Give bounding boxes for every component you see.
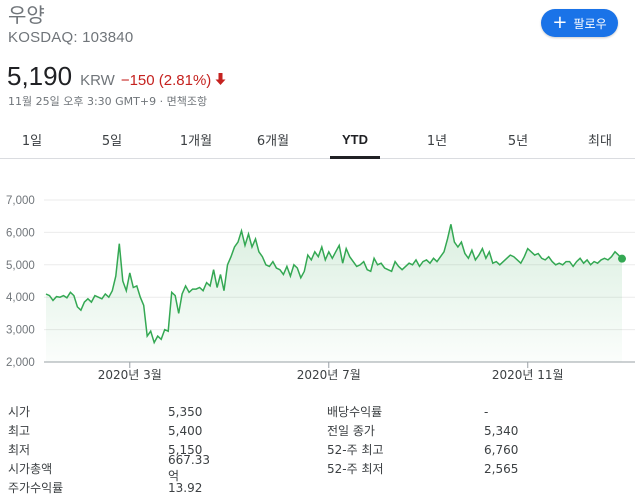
stat-value: 6,760	[484, 442, 519, 457]
tab-1y[interactable]: 1년	[417, 121, 457, 158]
quote-header: 우양 KOSDAQ: 103840	[8, 4, 133, 46]
stat-row: 주가수익률 13.92	[8, 478, 202, 497]
stat-key: 배당수익률	[327, 405, 383, 419]
stat-value: 5,340	[484, 423, 519, 438]
plus-icon: +	[552, 12, 568, 33]
tab-1m[interactable]: 1개월	[168, 121, 224, 158]
follow-button[interactable]: + 팔로우	[541, 9, 618, 37]
stat-key: 전일 종가	[327, 424, 375, 438]
ticker-symbol: KOSDAQ: 103840	[8, 29, 134, 46]
stat-row: 시가총액 667.33억	[8, 453, 210, 483]
tab-5d[interactable]: 5일	[92, 121, 132, 158]
stat-key: 최고	[8, 424, 31, 438]
stat-value: -	[484, 404, 489, 419]
stats-right: 배당수익률 - 전일 종가 5,340 52-주 최고 6,760 52-주 최저 2,…	[327, 402, 518, 478]
stat-row: 전일 종가 5,340	[327, 421, 518, 440]
arrow-down-icon	[215, 73, 226, 88]
follow-label: 팔로우	[573, 16, 607, 31]
y-tick-label: 6,000	[6, 227, 35, 239]
stat-value: 5,350	[168, 404, 203, 419]
price-change: −150 (2.81%)	[120, 72, 212, 89]
y-tick-label: 7,000	[6, 195, 35, 207]
last-price-dot	[618, 254, 626, 263]
tab-max[interactable]: 최대	[580, 121, 620, 158]
y-tick-label: 3,000	[6, 325, 35, 337]
tab-1d[interactable]: 1일	[12, 121, 52, 158]
x-tick-label: 2020년 11월	[492, 368, 564, 382]
x-tick-label: 2020년 3월	[98, 368, 162, 382]
currency-code: KRW	[80, 72, 115, 89]
stat-row: 최고 5,400	[8, 421, 202, 440]
stats-left: 시가 5,350 최고 5,400 최저 5,150 시가총액 667.33억 주가수익…	[8, 402, 210, 497]
x-tick-label: 2020년 7월	[297, 368, 361, 382]
stat-row: 배당수익률 -	[327, 402, 488, 421]
tab-ytd[interactable]: YTD	[330, 121, 380, 159]
price-row: 5,190 KRW −150 (2.81%)	[7, 61, 226, 92]
tab-6m[interactable]: 6개월	[245, 121, 301, 158]
price-area	[46, 224, 622, 362]
y-tick-label: 2,000	[6, 357, 35, 369]
stat-value: 2,565	[484, 461, 519, 476]
stat-value: 13.92	[168, 480, 203, 495]
stat-key: 52-주 최저	[327, 462, 384, 476]
stat-row: 최저 5,150	[8, 440, 202, 459]
stat-key: 주가수익률	[8, 481, 64, 495]
company-name: 우양	[8, 3, 45, 27]
stat-value: 5,400	[168, 423, 203, 438]
stat-row: 52-주 최고 6,760	[327, 440, 518, 459]
current-price: 5,190	[7, 61, 73, 91]
stat-key: 시가	[8, 405, 31, 419]
y-tick-label: 5,000	[6, 260, 35, 272]
tab-5y[interactable]: 5년	[498, 121, 538, 158]
price-chart[interactable]: 7,000 6,000 5,000 4,000 3,000 2,000 2020년 3월 2…	[0, 185, 635, 390]
stat-row: 52-주 최저 2,565	[327, 459, 518, 478]
range-tabs: 1일 5일 1개월 6개월 YTD 1년 5년 최대	[0, 121, 635, 159]
y-tick-label: 4,000	[6, 292, 35, 304]
stat-value: 667.33억	[168, 453, 210, 483]
stat-key: 최저	[8, 443, 31, 457]
stat-key: 52-주 최고	[327, 443, 384, 457]
quote-timestamp: 11월 25일 오후 3:30 GMT+9 · 면책조항	[8, 95, 208, 108]
stat-key: 시가총액	[8, 462, 53, 476]
stat-row: 시가 5,350	[8, 402, 202, 421]
